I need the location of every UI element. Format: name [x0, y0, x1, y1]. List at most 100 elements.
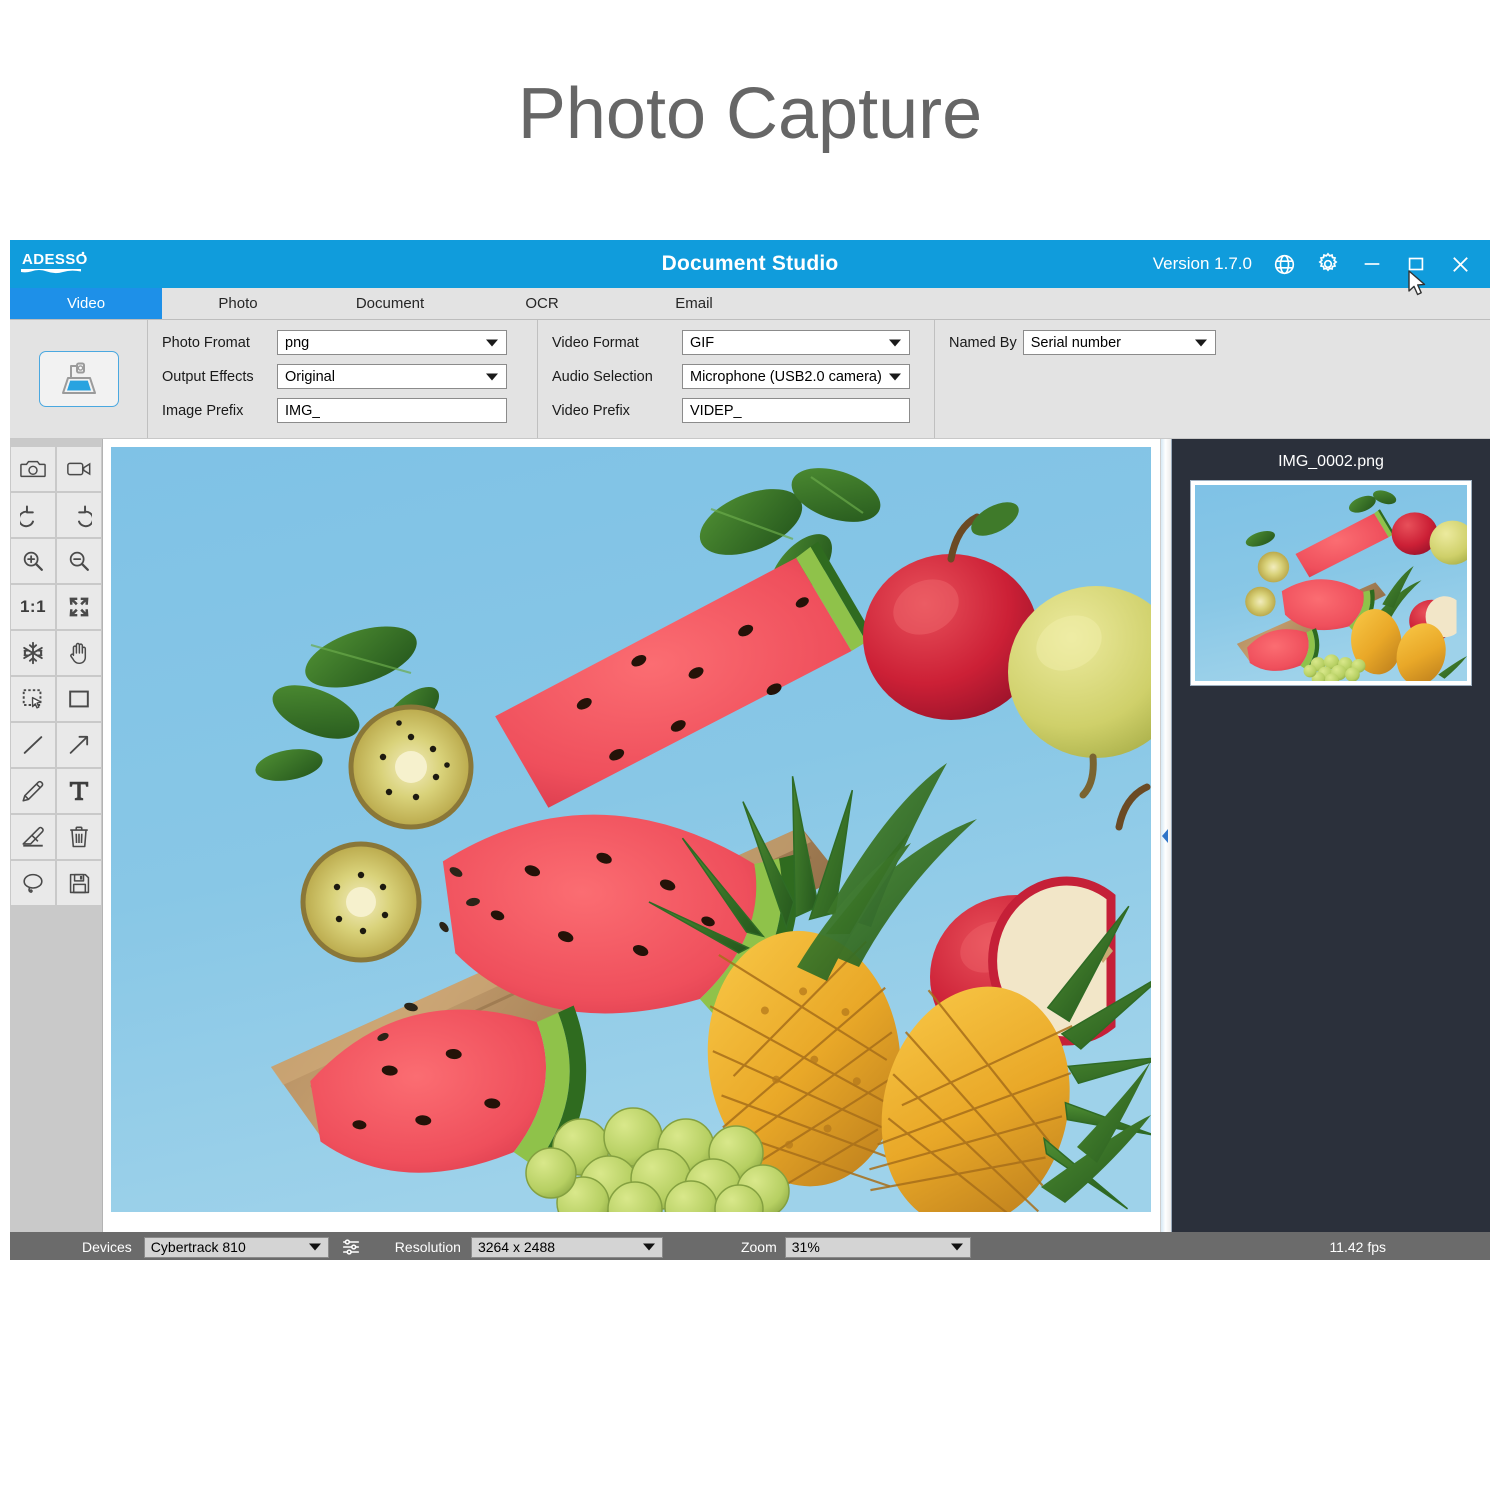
- named-by-select[interactable]: Serial number: [1022, 330, 1216, 355]
- document-scanner-icon[interactable]: [38, 351, 119, 407]
- marquee-select-icon[interactable]: [11, 677, 55, 721]
- pan-hand-icon[interactable]: [57, 631, 101, 675]
- video-format-row: Video Format GIF: [552, 330, 934, 355]
- devices-select[interactable]: Cybertrack 810: [143, 1236, 329, 1258]
- page-title: Photo Capture: [517, 74, 983, 154]
- output-effects-value: Original: [285, 368, 335, 385]
- audio-selection-label: Audio Selection: [552, 368, 653, 385]
- named-by-row: Named By Serial number: [949, 330, 1490, 355]
- video-format-value: GIF: [690, 334, 715, 351]
- application-window: ADESSO Document Studio Version 1.7.0 Vid…: [10, 240, 1490, 1260]
- photo-format-value: png: [285, 334, 310, 351]
- zoom-in-icon[interactable]: [11, 539, 55, 583]
- editing-toolbar: 1:1: [10, 439, 102, 1232]
- save-icon[interactable]: [57, 861, 101, 905]
- freeze-icon[interactable]: [11, 631, 55, 675]
- maximize-icon[interactable]: [1394, 240, 1438, 288]
- audio-selection-row: Audio Selection Microphone (USB2.0 camer…: [552, 364, 934, 389]
- resolution-value: 3264 x 2488: [477, 1239, 556, 1255]
- arrow-icon[interactable]: [57, 723, 101, 767]
- thumbnail-filename: IMG_0002.png: [1278, 453, 1384, 470]
- line-icon[interactable]: [11, 723, 55, 767]
- image-prefix-row: Image Prefix IMG_: [162, 398, 537, 423]
- photo-format-row: Photo Fromat png: [162, 330, 537, 355]
- video-prefix-value: VIDEP_: [690, 402, 742, 419]
- tab-video[interactable]: Video: [10, 288, 162, 319]
- tab-ocr[interactable]: OCR: [466, 288, 618, 319]
- actual-size-label: 1:1: [19, 597, 47, 616]
- tab-email[interactable]: Email: [618, 288, 770, 319]
- zoom-out-icon[interactable]: [57, 539, 101, 583]
- video-format-select[interactable]: GIF: [682, 330, 910, 355]
- camera-icon[interactable]: [11, 447, 55, 491]
- chevron-down-icon: [889, 373, 901, 380]
- audio-selection-value: Microphone (USB2.0 camera): [690, 368, 882, 385]
- redo-icon[interactable]: [57, 493, 101, 537]
- title-bar: ADESSO Document Studio Version 1.7.0: [10, 240, 1490, 288]
- photo-format-label: Photo Fromat: [162, 334, 250, 351]
- pencil-icon[interactable]: [11, 769, 55, 813]
- actual-size-icon[interactable]: 1:1: [11, 585, 55, 629]
- tab-document[interactable]: Document: [314, 288, 466, 319]
- devices-label: Devices: [82, 1239, 132, 1255]
- tab-bar: Video Photo Document OCR Email: [10, 288, 1490, 320]
- fruit-still-life-photo: [111, 447, 1151, 1212]
- chevron-down-icon: [889, 339, 901, 346]
- named-by-label: Named By: [949, 334, 1017, 351]
- captured-photo[interactable]: [111, 447, 1151, 1212]
- resolution-select[interactable]: 3264 x 2488: [470, 1236, 663, 1258]
- titlebar-controls: Version 1.7.0: [1153, 240, 1482, 288]
- fps-indicator: 11.42 fps: [1329, 1239, 1386, 1255]
- version-label: Version 1.7.0: [1152, 254, 1252, 273]
- video-camera-icon[interactable]: [57, 447, 101, 491]
- zoom-select[interactable]: 31%: [784, 1236, 971, 1258]
- close-icon[interactable]: [1438, 240, 1482, 288]
- chevron-down-icon: [950, 1243, 963, 1251]
- zoom-label: Zoom: [740, 1239, 777, 1255]
- photo-format-select[interactable]: png: [277, 330, 507, 355]
- video-prefix-label: Video Prefix: [552, 402, 630, 419]
- output-effects-row: Output Effects Original: [162, 364, 537, 389]
- thumbnail-item[interactable]: [1190, 480, 1472, 686]
- text-icon[interactable]: [57, 769, 101, 813]
- trash-icon[interactable]: [57, 815, 101, 859]
- devices-value: Cybertrack 810: [150, 1239, 246, 1255]
- video-prefix-input[interactable]: VIDEP_: [682, 398, 910, 423]
- chevron-down-icon: [642, 1243, 655, 1251]
- image-prefix-label: Image Prefix: [162, 402, 244, 419]
- thumbnail-panel: IMG_0002.png: [1172, 439, 1490, 1232]
- image-prefix-input[interactable]: IMG_: [277, 398, 507, 423]
- video-format-label: Video Format: [552, 334, 639, 351]
- thumbnail-image: [1195, 485, 1467, 681]
- eraser-icon[interactable]: [11, 815, 55, 859]
- undo-icon[interactable]: [11, 493, 55, 537]
- status-bar: Devices Cybertrack 810 Resolution 3264 x…: [10, 1232, 1490, 1260]
- photo-settings-group: Photo Fromat png Output Effects Original…: [148, 320, 538, 438]
- tab-photo[interactable]: Photo: [162, 288, 314, 319]
- minimize-icon[interactable]: [1350, 240, 1394, 288]
- panel-splitter[interactable]: [1160, 439, 1172, 1232]
- chevron-down-icon: [308, 1243, 321, 1251]
- gear-icon[interactable]: [1306, 240, 1350, 288]
- output-effects-label: Output Effects: [162, 368, 254, 385]
- image-prefix-value: IMG_: [285, 402, 321, 419]
- thumbnail-fruit-photo: [1195, 485, 1467, 681]
- rectangle-icon[interactable]: [57, 677, 101, 721]
- sliders-icon[interactable]: [341, 1237, 361, 1257]
- resolution-label: Resolution: [394, 1239, 461, 1255]
- output-effects-select[interactable]: Original: [277, 364, 507, 389]
- main-body: 1:1 IMG_0002.png: [10, 439, 1490, 1232]
- globe-icon[interactable]: [1262, 240, 1306, 288]
- chevron-down-icon: [486, 339, 498, 346]
- video-settings-group: Video Format GIF Audio Selection Microph…: [538, 320, 935, 438]
- chevron-down-icon: [486, 373, 498, 380]
- settings-panel: Photo Fromat png Output Effects Original…: [10, 320, 1490, 439]
- fit-screen-icon[interactable]: [57, 585, 101, 629]
- capture-button-cell: [10, 320, 148, 438]
- audio-selection-select[interactable]: Microphone (USB2.0 camera): [682, 364, 910, 389]
- lasso-icon[interactable]: [11, 861, 55, 905]
- video-prefix-row: Video Prefix VIDEP_: [552, 398, 934, 423]
- splitter-collapse-arrow-icon[interactable]: [1162, 823, 1169, 849]
- image-viewer[interactable]: [102, 439, 1160, 1232]
- named-by-value: Serial number: [1030, 334, 1121, 351]
